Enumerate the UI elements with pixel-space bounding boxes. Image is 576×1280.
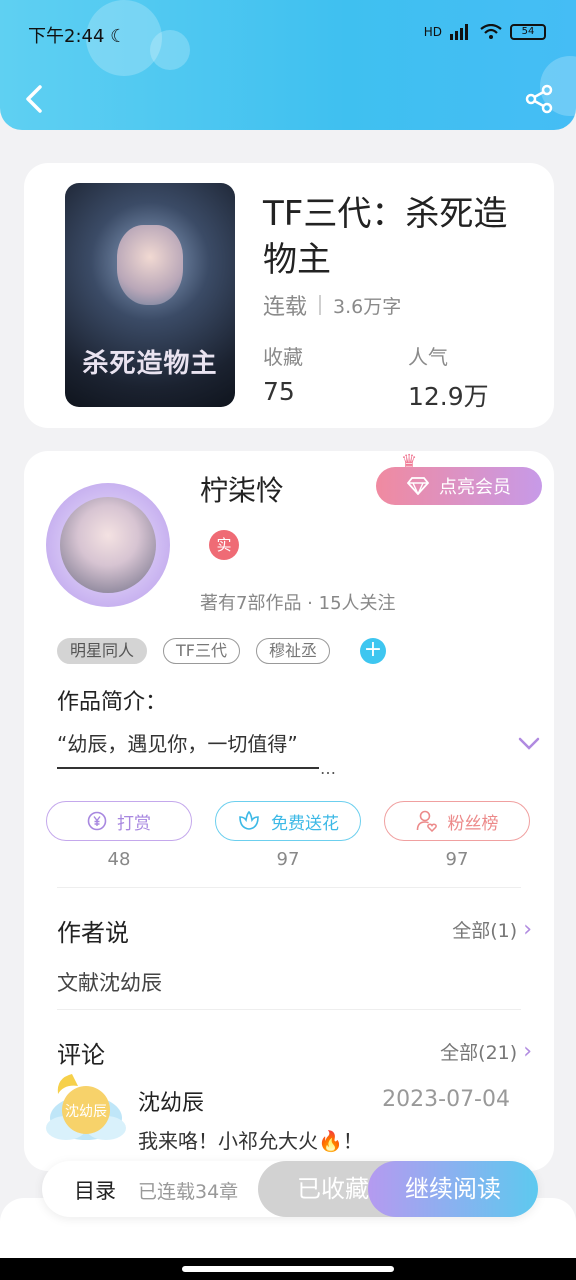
top-header: 下午2:44 ☾ HD 54 (0, 0, 576, 130)
divider (57, 887, 521, 888)
intro-text: “幼辰，遇见你，一切值得” (57, 732, 298, 756)
reward-label: 打赏 (117, 813, 151, 834)
status-icons: HD 54 (424, 24, 546, 40)
back-icon[interactable] (22, 84, 46, 114)
collect-value: 75 (263, 377, 295, 406)
fans-rank-button[interactable]: 粉丝榜 (384, 801, 530, 841)
add-tag-button[interactable]: + (360, 638, 387, 664)
book-title: TF三代：杀死造物主 (263, 194, 508, 280)
fans-count: 97 (445, 849, 469, 870)
word-count: 3.6万字 (333, 295, 402, 318)
reward-button[interactable]: 打赏 (46, 801, 192, 841)
cover-portrait (117, 225, 183, 305)
avatar-image (60, 497, 156, 593)
author-avatar[interactable] (46, 483, 170, 607)
divider (319, 295, 322, 315)
author-name[interactable]: 柠柒怜 (200, 469, 284, 509)
book-info-card: 杀死造物主 TF三代：杀死造物主 连载 3.6万字 收藏 75 人气 12.9万 (24, 163, 554, 428)
comments-title: 评论 (57, 1041, 105, 1069)
intro-ellipsis: … (320, 759, 336, 778)
network-label: HD (423, 25, 442, 39)
flower-count: 97 (276, 849, 300, 870)
tag-item[interactable]: 明星同人 (57, 638, 148, 664)
serial-status: 连载 (263, 295, 308, 320)
tag-list: 明星同人 TF三代 穆祉丞 + (57, 638, 387, 664)
flower-icon (239, 811, 259, 830)
author-say-all-link[interactable]: 全部(1) › (452, 916, 532, 943)
author-meta: 著有7部作品 · 15人关注 (200, 593, 396, 614)
commenter-name[interactable]: 沈幼辰 (138, 1085, 204, 1117)
intro-underline (57, 767, 319, 769)
decor-bubble (150, 30, 190, 70)
flower-label: 免费送花 (271, 813, 339, 834)
real-name-badge: 实 (209, 530, 239, 560)
yen-coin-icon (87, 811, 107, 831)
toc-button[interactable]: 目录 (74, 1175, 116, 1205)
intro-title: 作品简介： (57, 690, 168, 715)
expand-chevron-icon[interactable] (518, 737, 540, 751)
battery-icon: 54 (510, 24, 546, 40)
vip-label: 点亮会员 (439, 477, 511, 498)
popularity-label: 人气 (408, 345, 448, 369)
home-indicator[interactable] (182, 1266, 394, 1272)
author-say-link-label: 全部(1) (452, 920, 518, 942)
diamond-icon (407, 477, 429, 495)
chevron-right-icon: › (523, 1039, 532, 1064)
chevron-right-icon: › (523, 917, 532, 942)
moon-cloud-icon: 沈幼辰 (46, 1074, 126, 1140)
fans-label: 粉丝榜 (447, 813, 499, 834)
comments-link-label: 全部(21) (440, 1042, 518, 1064)
status-time: 下午2:44 ☾ (28, 26, 127, 47)
continue-reading-button[interactable]: 继续阅读 (368, 1161, 538, 1217)
share-icon[interactable] (524, 84, 554, 114)
author-card: 柠柒怜 ♛ 点亮会员 实 著有7部作品 · 15人关注 明星同人 TF三代 穆祉… (24, 451, 554, 1171)
vip-button[interactable]: 点亮会员 (376, 467, 542, 505)
author-say-title: 作者说 (57, 919, 129, 947)
moon-icon: ☾ (110, 26, 127, 47)
author-say-text: 文献沈幼辰 (57, 971, 162, 995)
serial-count: 已连载34章 (138, 1181, 239, 1203)
comment-date: 2023-07-04 (382, 1087, 510, 1112)
signal-icon (450, 24, 468, 40)
comment-text: 我来咯！小祁允大火🔥！ (138, 1129, 363, 1153)
tag-item[interactable]: 穆祉丞 (256, 638, 331, 664)
reward-count: 48 (107, 849, 131, 870)
collect-label: 收藏 (263, 345, 303, 369)
cover-title: 杀死造物主 (82, 349, 218, 379)
send-flower-button[interactable]: 免费送花 (215, 801, 361, 841)
popularity-value: 12.9万 (408, 382, 489, 411)
bottom-action-bar: 目录 已连载34章 已收藏 继续阅读 (42, 1161, 538, 1217)
commenter-avatar[interactable]: 沈幼辰 (38, 1068, 134, 1148)
svg-text:沈幼辰: 沈幼辰 (65, 1104, 107, 1120)
comments-all-link[interactable]: 全部(21) › (440, 1038, 532, 1065)
tag-item[interactable]: TF三代 (163, 638, 240, 664)
user-heart-icon (416, 810, 437, 832)
divider (57, 1009, 521, 1010)
book-serial-info: 连载 3.6万字 (263, 289, 401, 321)
book-cover[interactable]: 杀死造物主 (65, 183, 235, 407)
wifi-icon (480, 24, 502, 39)
